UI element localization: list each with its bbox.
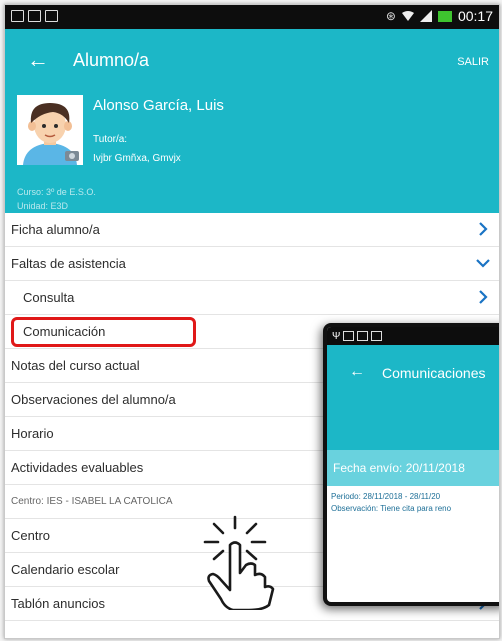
menu-item-label: Notas del curso actual bbox=[11, 358, 140, 373]
cast-icon bbox=[357, 331, 369, 341]
signal-icon bbox=[419, 10, 432, 22]
periodo: Periodo: 28/11/2018 - 28/11/20 bbox=[331, 492, 441, 501]
menu-item-label: Tablón anuncios bbox=[11, 596, 105, 611]
course-info: Curso: 3º de E.S.O. bbox=[17, 187, 96, 197]
centro-info-label: Centro: IES - ISABEL LA CATOLICA bbox=[11, 496, 173, 507]
menu-item-faltas[interactable]: Faltas de asistencia bbox=[5, 247, 499, 281]
arrow-left-icon[interactable]: ← bbox=[349, 363, 365, 381]
menu-item-label: Faltas de asistencia bbox=[11, 256, 126, 271]
menu-item-label: Centro bbox=[11, 528, 51, 543]
menu-item-label: Calendario escolar bbox=[11, 562, 120, 577]
inset-status-bar: Ψ bbox=[327, 327, 499, 345]
image-icon bbox=[11, 10, 24, 22]
menu-item-ficha[interactable]: Ficha alumno/a bbox=[5, 213, 499, 247]
tutor-label: Tutor/a: bbox=[93, 134, 128, 145]
student-name: Alonso García, Luis bbox=[93, 97, 224, 114]
arrow-left-icon[interactable]: ← bbox=[27, 47, 49, 73]
inset-app-bar: ← Comunicaciones bbox=[327, 345, 499, 405]
salir-button[interactable]: SALIR bbox=[457, 56, 489, 68]
cast-icon bbox=[28, 10, 41, 22]
menu-item-consulta[interactable]: Consulta bbox=[5, 281, 499, 315]
app-bar: ← Alumno/a SALIR bbox=[5, 29, 499, 91]
chevron-down-icon bbox=[476, 259, 490, 268]
battery-icon bbox=[437, 10, 452, 22]
student-profile: Alonso García, Luis Tutor/a: Ivjbr Gmñxa… bbox=[5, 91, 499, 213]
fecha-envio: Fecha envío: 20/11/2018 bbox=[327, 450, 499, 486]
document-icon bbox=[371, 331, 383, 341]
wifi-icon bbox=[401, 11, 414, 21]
status-bar: ⊛ 00:17 bbox=[5, 5, 499, 29]
device-screen: ⊛ 00:17 ← Alumno/a SALIR Alonso García, … bbox=[4, 4, 500, 639]
status-time: 00:17 bbox=[457, 8, 493, 24]
menu-item-label: Horario bbox=[11, 426, 54, 441]
page-title: Alumno/a bbox=[73, 50, 150, 70]
comunicaciones-preview: Ψ ← Comunicaciones Fecha envío: 20/11/20… bbox=[323, 323, 499, 606]
unit-info: Unidad: E3D bbox=[17, 201, 69, 211]
image-icon bbox=[343, 331, 355, 341]
vibrate-icon: ⊛ bbox=[385, 9, 396, 23]
inset-header-band bbox=[327, 405, 499, 450]
chevron-right-icon bbox=[479, 290, 488, 304]
menu-item-label: Actividades evaluables bbox=[11, 460, 144, 475]
menu-item-label: Consulta bbox=[23, 290, 75, 305]
menu-item-label: Comunicación bbox=[23, 324, 106, 339]
hand-pointer-icon bbox=[203, 515, 275, 610]
observacion: Observación: Tiene cita para reno bbox=[331, 504, 452, 513]
document-icon bbox=[45, 10, 58, 22]
chevron-right-icon bbox=[479, 222, 488, 236]
usb-icon: Ψ bbox=[332, 330, 341, 342]
tutor-name: Ivjbr Gmñxa, Gmvjx bbox=[93, 153, 181, 164]
menu-item-label: Observaciones del alumno/a bbox=[11, 392, 176, 407]
avatar bbox=[17, 95, 83, 165]
menu-item-label: Ficha alumno/a bbox=[11, 222, 100, 237]
inset-title: Comunicaciones bbox=[382, 365, 486, 381]
